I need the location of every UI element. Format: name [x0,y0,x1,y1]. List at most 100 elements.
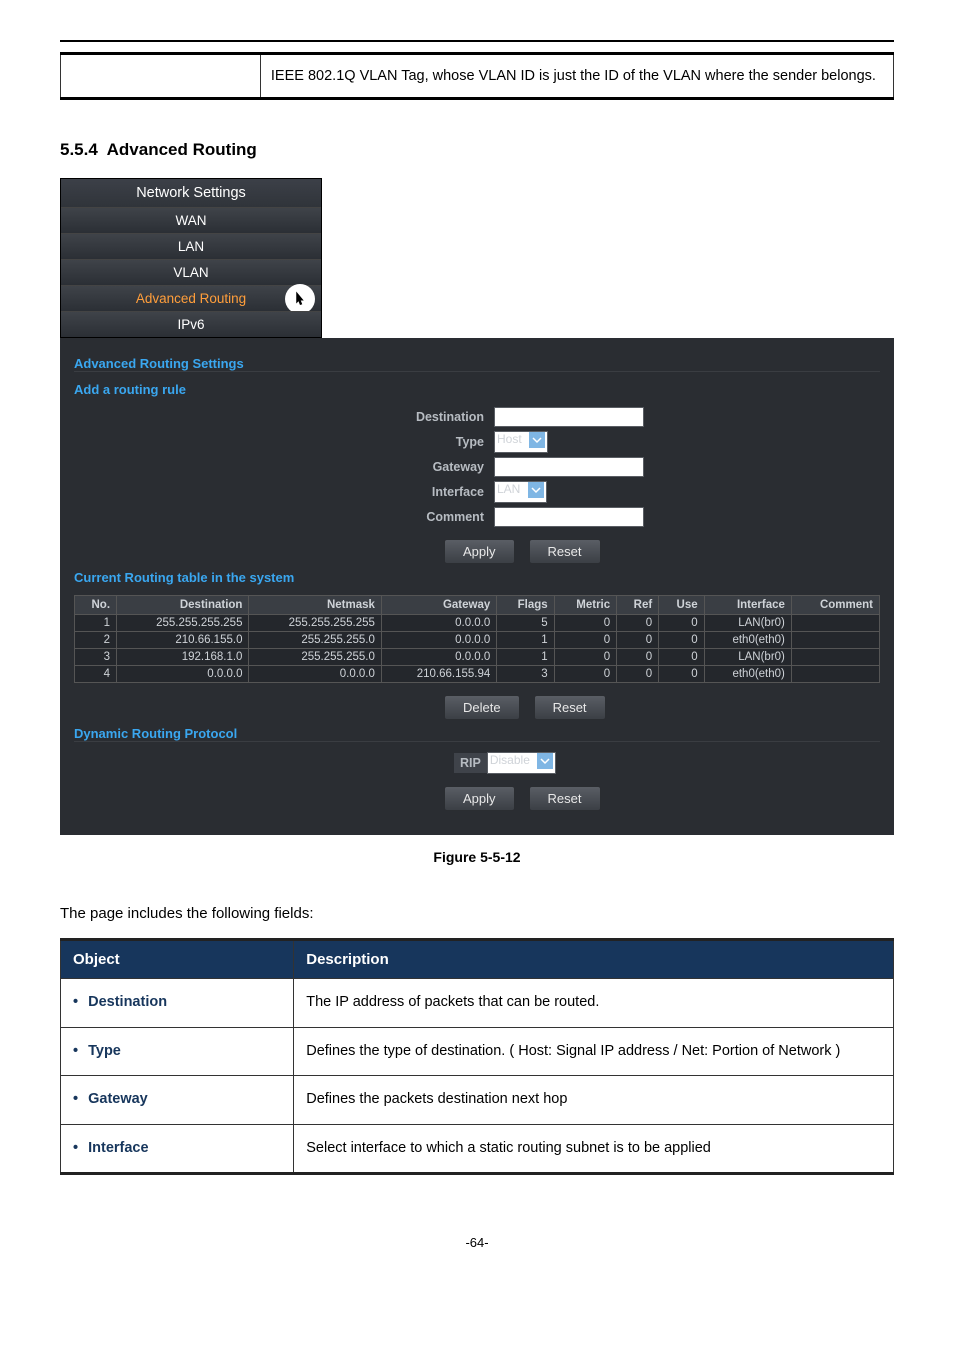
vlan-note-table: IEEE 802.1Q VLAN Tag, whose VLAN ID is j… [60,52,894,100]
cell-comment [791,666,879,683]
cell-iface: eth0(eth0) [704,632,791,649]
rip-select-value: Disable [490,753,530,767]
th-netmask: Netmask [249,596,381,615]
cell-metric: 0 [554,649,616,666]
object-cell: • Destination [61,979,294,1028]
nav-item-lan[interactable]: LAN [61,233,321,259]
cell-iface: LAN(br0) [704,615,791,632]
section-number: 5.5.4 [60,140,98,159]
apply-button-2[interactable]: Apply [444,786,515,811]
object-cell: • Gateway [61,1076,294,1125]
cell-flags: 1 [497,632,554,649]
cell-dest: 0.0.0.0 [117,666,249,683]
gateway-input[interactable] [494,457,644,477]
section-heading: 5.5.4 Advanced Routing [60,140,894,160]
description-cell: Select interface to which a static routi… [294,1124,894,1174]
description-cell: The IP address of packets that can be ro… [294,979,894,1028]
th-interface: Interface [704,596,791,615]
chevron-down-icon [537,753,553,769]
cell-flags: 5 [497,615,554,632]
label-gateway: Gateway [74,460,494,474]
current-routing-table-title: Current Routing table in the system [74,570,880,585]
apply-button[interactable]: Apply [444,539,515,564]
advanced-routing-settings-title: Advanced Routing Settings [74,356,880,372]
cell-no: 3 [75,649,117,666]
reset-button-3[interactable]: Reset [529,786,601,811]
settings-panel: Advanced Routing Settings Add a routing … [60,338,894,835]
delete-button[interactable]: Delete [444,695,520,720]
cell-metric: 0 [554,615,616,632]
nav-item-ipv6[interactable]: IPv6 [61,311,321,337]
cell-gw: 0.0.0.0 [381,615,496,632]
cell-dest: 255.255.255.255 [117,615,249,632]
cell-gw: 0.0.0.0 [381,632,496,649]
chevron-down-icon [529,432,545,448]
th-comment: Comment [791,596,879,615]
description-cell: Defines the type of destination. ( Host:… [294,1027,894,1076]
th-metric: Metric [554,596,616,615]
nav-item-vlan[interactable]: VLAN [61,259,321,285]
label-rip: RIP [454,753,487,773]
cell-no: 2 [75,632,117,649]
nav-panel: Network Settings WAN LAN VLAN Advanced R… [60,178,322,338]
interface-select[interactable]: LAN [494,481,547,503]
th-flags: Flags [497,596,554,615]
cell-flags: 1 [497,649,554,666]
table-row[interactable]: 2210.66.155.0255.255.255.00.0.0.01000eth… [75,632,880,649]
th-gateway: Gateway [381,596,496,615]
cell-dest: 192.168.1.0 [117,649,249,666]
fields-table: Object Description • DestinationThe IP a… [60,938,894,1175]
nav-header: Network Settings [61,179,321,207]
cell-no: 4 [75,666,117,683]
pointer-cursor-icon [285,284,315,314]
cell-ref: 0 [617,632,659,649]
table-row: • GatewayDefines the packets destination… [61,1076,894,1125]
th-object: Object [61,940,294,979]
cell-ref: 0 [617,666,659,683]
cell-mask: 255.255.255.255 [249,615,381,632]
routing-table: No. Destination Netmask Gateway Flags Me… [74,595,880,683]
th-description: Description [294,940,894,979]
table-row[interactable]: 1255.255.255.255255.255.255.2550.0.0.050… [75,615,880,632]
cell-iface: eth0(eth0) [704,666,791,683]
destination-input[interactable] [494,407,644,427]
th-no: No. [75,596,117,615]
object-cell: • Interface [61,1124,294,1174]
reset-button[interactable]: Reset [529,539,601,564]
cell-no: 1 [75,615,117,632]
comment-input[interactable] [494,507,644,527]
cell-mask: 255.255.255.0 [249,649,381,666]
cell-dest: 210.66.155.0 [117,632,249,649]
reset-button-2[interactable]: Reset [534,695,606,720]
cell-comment [791,649,879,666]
add-routing-rule-title: Add a routing rule [74,382,880,397]
label-type: Type [74,435,494,449]
routing-table-header-row: No. Destination Netmask Gateway Flags Me… [75,596,880,615]
table-row[interactable]: 40.0.0.00.0.0.0210.66.155.943000eth0(eth… [75,666,880,683]
cell-mask: 0.0.0.0 [249,666,381,683]
cell-use: 0 [659,666,704,683]
interface-select-value: LAN [497,482,520,496]
description-cell: Defines the packets destination next hop [294,1076,894,1125]
page-number: -64- [60,1235,894,1250]
label-destination: Destination [74,410,494,424]
nav-item-label: Advanced Routing [136,291,246,306]
label-interface: Interface [74,485,494,499]
cell-metric: 0 [554,666,616,683]
th-destination: Destination [117,596,249,615]
th-use: Use [659,596,704,615]
intro-text: The page includes the following fields: [60,905,894,922]
nav-item-advanced-routing[interactable]: Advanced Routing [61,285,321,311]
table-row[interactable]: 3192.168.1.0255.255.255.00.0.0.01000LAN(… [75,649,880,666]
cell-use: 0 [659,632,704,649]
cell-ref: 0 [617,649,659,666]
cell-mask: 255.255.255.0 [249,632,381,649]
type-select[interactable]: Host [494,431,548,453]
rip-select[interactable]: Disable [487,752,556,774]
table-row: • TypeDefines the type of destination. (… [61,1027,894,1076]
chevron-down-icon [528,482,544,498]
cell-metric: 0 [554,632,616,649]
object-cell: • Type [61,1027,294,1076]
label-comment: Comment [74,510,494,524]
nav-item-wan[interactable]: WAN [61,207,321,233]
